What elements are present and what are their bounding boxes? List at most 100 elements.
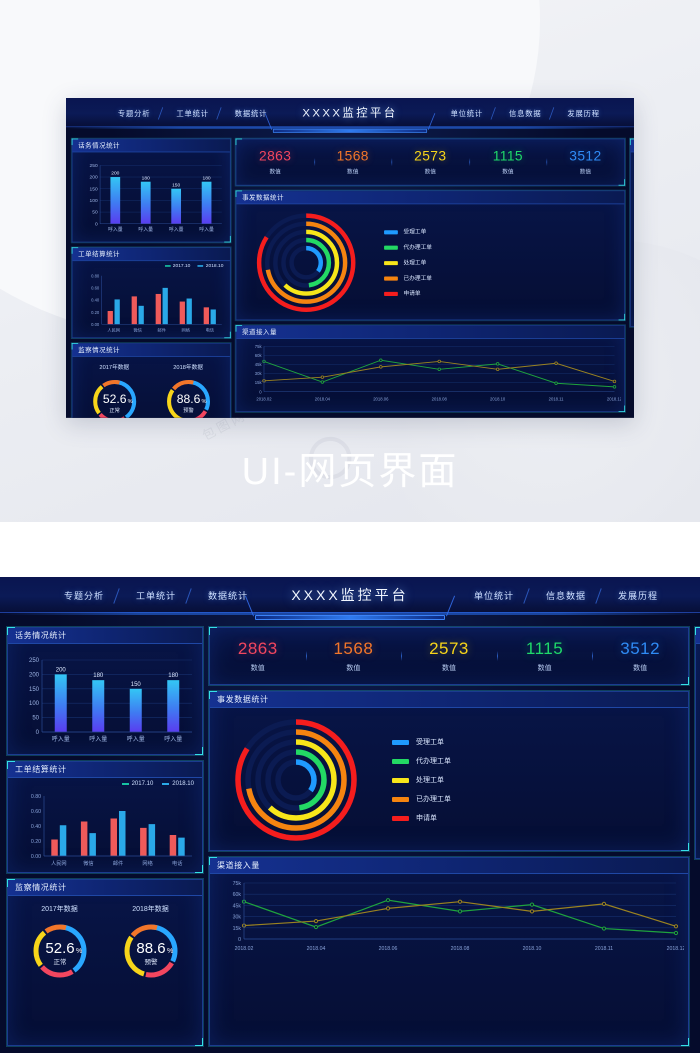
legend-item-2[interactable]: 代办理工单 [384, 243, 432, 251]
kpi-cell-1[interactable]: 2863 数值 [236, 148, 314, 176]
legend-item-1[interactable]: 受理工单 [392, 737, 451, 747]
nav-item-info-data[interactable]: 信息数据 [538, 589, 594, 602]
bar[interactable] [138, 305, 144, 325]
data-point[interactable] [385, 898, 391, 903]
chart-incident-multi-ring[interactable] [243, 206, 373, 320]
data-point[interactable] [529, 909, 535, 914]
chart-call-stats-bar[interactable]: 0 50 100 150 200 250 呼入量 呼入量 呼入量 呼入量 200 180 150 18… [76, 154, 227, 238]
panel-header: 渠道接入量 [236, 326, 625, 339]
kpi-cell-5[interactable]: 3512 数值 [546, 148, 625, 176]
legend-item-2[interactable]: 代办理工单 [392, 756, 451, 766]
panel-header: 工单结算统计 [72, 248, 230, 262]
nav-item-topic-analysis[interactable]: 专题分析 [111, 107, 156, 118]
data-point[interactable] [495, 367, 500, 372]
data-point[interactable] [379, 358, 383, 362]
data-point[interactable] [554, 361, 558, 365]
chart-channel-volume-line[interactable]: 0 15k 30k 45k 60k 75k 2018.02 2018.04 2018.06 20… [214, 877, 686, 953]
nav-item-topic-analysis[interactable]: 专题分析 [56, 589, 112, 602]
kpi-cell-2[interactable]: 1568 数值 [305, 639, 402, 673]
nav-item-development-history[interactable]: 发展历程 [561, 107, 606, 118]
gauge-donut-chart[interactable]: 52.6 % 正常 [26, 917, 94, 985]
bar[interactable] [129, 688, 142, 732]
nav-item-work-order-stats[interactable]: 工单统计 [170, 107, 215, 118]
bar[interactable] [178, 837, 185, 856]
data-point[interactable] [529, 902, 535, 907]
bar[interactable] [114, 299, 120, 325]
data-point[interactable] [457, 909, 463, 914]
data-point[interactable] [612, 385, 617, 389]
nav-item-work-order-stats[interactable]: 工单统计 [128, 589, 184, 602]
bar[interactable] [131, 296, 137, 325]
bar[interactable] [201, 181, 212, 224]
bar[interactable] [119, 811, 126, 856]
bar[interactable] [110, 818, 118, 857]
legend-item-2018[interactable]: 2018.10 [162, 781, 194, 787]
bar[interactable] [155, 293, 161, 325]
nav-item-info-data[interactable]: 信息数据 [503, 107, 548, 118]
legend-item-3[interactable]: 处理工单 [384, 259, 432, 267]
bar[interactable] [210, 309, 216, 325]
kpi-cell-5[interactable]: 3512 数值 [592, 639, 688, 673]
data-point[interactable] [495, 362, 500, 366]
chart-work-order-settlement-bar[interactable]: 0.00 0.20 0.40 0.60 0.80 人民网 微信 邮件 网络 电话 [76, 272, 227, 345]
bar[interactable] [148, 824, 156, 856]
nav-item-unit-stats[interactable]: 单位统计 [466, 589, 522, 602]
data-point[interactable] [554, 381, 558, 385]
data-point[interactable] [320, 380, 325, 384]
legend-item-1[interactable]: 受理工单 [384, 228, 432, 236]
bar[interactable] [203, 307, 209, 325]
data-point[interactable] [437, 359, 441, 364]
data-point[interactable] [673, 930, 679, 936]
data-point[interactable] [379, 365, 383, 369]
bar[interactable] [59, 825, 67, 856]
legend-item-5[interactable]: 申请单 [392, 813, 451, 823]
data-point[interactable] [313, 918, 319, 924]
data-point[interactable] [601, 926, 607, 931]
data-point[interactable] [385, 906, 391, 911]
nav-item-unit-stats[interactable]: 单位统计 [444, 107, 489, 118]
legend-item-5[interactable]: 申请单 [384, 289, 432, 297]
bar[interactable] [186, 298, 192, 325]
kpi-cell-3[interactable]: 2573 数值 [401, 639, 497, 673]
bar[interactable] [51, 839, 58, 857]
legend-item-2018[interactable]: 2018.10 [197, 264, 223, 268]
bar[interactable] [54, 674, 67, 732]
data-point[interactable] [673, 924, 679, 929]
legend-item-2017[interactable]: 2017.10 [121, 781, 153, 787]
bar[interactable] [140, 181, 151, 224]
bar[interactable] [80, 821, 88, 857]
bar[interactable] [169, 835, 177, 856]
bar[interactable] [140, 827, 147, 856]
legend-item-2017[interactable]: 2017.10 [164, 264, 190, 268]
bar[interactable] [107, 310, 113, 325]
bar[interactable] [110, 177, 121, 224]
chart-channel-volume-line[interactable]: 0 15k 30k 45k 60k 75k 2018.02 2018.04 2018.06 20… [240, 341, 623, 403]
legend-item-3[interactable]: 处理工单 [392, 775, 451, 785]
legend-item-4[interactable]: 已办理工单 [392, 794, 451, 804]
bar[interactable] [89, 833, 96, 856]
data-point[interactable] [612, 379, 617, 384]
data-point[interactable] [601, 901, 607, 907]
kpi-cell-3[interactable]: 2573 数值 [391, 148, 470, 176]
data-point[interactable] [313, 924, 319, 930]
chart-incident-multi-ring[interactable] [218, 710, 378, 850]
bar[interactable] [171, 188, 182, 224]
bar[interactable] [162, 287, 168, 325]
kpi-cell-2[interactable]: 1568 数值 [313, 148, 392, 176]
gauge-donut-chart[interactable]: 52.6 % 正常 [87, 374, 142, 418]
nav-item-development-history[interactable]: 发展历程 [610, 589, 666, 602]
bar[interactable] [179, 301, 185, 325]
data-point[interactable] [320, 375, 325, 379]
gauge-donut-chart[interactable]: 88.6 % 预警 [161, 374, 216, 418]
bar[interactable] [92, 680, 105, 732]
bar[interactable] [167, 680, 180, 732]
chart-work-order-settlement-bar[interactable]: 0.00 0.20 0.40 0.60 0.80 人民网 微信 邮件 网络 电话 [12, 792, 198, 882]
data-point[interactable] [437, 367, 441, 372]
data-point[interactable] [457, 899, 463, 904]
kpi-cell-4[interactable]: 1115 数值 [469, 148, 547, 176]
gauge-donut-chart[interactable]: 88.6 % 预警 [117, 917, 185, 985]
chart-call-stats-bar[interactable]: 0 50 100 150 200 250 呼入量 呼入量 呼入量 呼入量 200 180 150 18… [12, 646, 198, 750]
legend-item-4[interactable]: 已办理工单 [384, 274, 432, 282]
kpi-cell-4[interactable]: 1115 数值 [496, 639, 593, 673]
kpi-cell-1[interactable]: 2863 数值 [210, 639, 306, 673]
